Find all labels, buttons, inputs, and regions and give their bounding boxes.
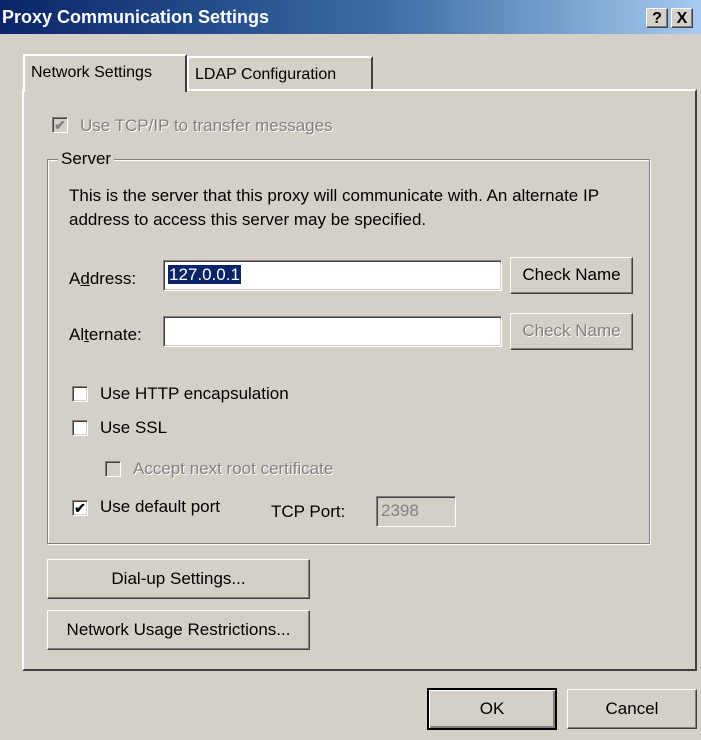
alternate-label: Alternate: [69, 325, 142, 344]
accept-root-label: Accept next root certificate [133, 459, 334, 478]
tcp-port-input[interactable]: 2398 [376, 496, 456, 527]
tab-network-settings[interactable]: Network Settings [23, 54, 187, 92]
default-port-label: Use default port [100, 497, 221, 516]
cancel-button[interactable]: Cancel [567, 689, 697, 729]
alternate-input[interactable] [163, 316, 502, 347]
address-value: 127.0.0.1 [168, 265, 241, 284]
accept-root-checkbox[interactable] [105, 461, 121, 477]
use-tcp-checkbox[interactable]: ✔ [52, 117, 68, 133]
server-description-line1: This is the server that this proxy will … [69, 186, 600, 205]
tab-ldap-configuration[interactable]: LDAP Configuration [187, 56, 373, 89]
ok-button[interactable]: OK [427, 688, 557, 730]
title-bar: Proxy Communication Settings ? X [0, 0, 701, 34]
use-ssl-checkbox[interactable] [72, 420, 88, 436]
check-name-alt-button[interactable]: Check Name [510, 313, 633, 350]
http-encapsulation-checkbox[interactable] [72, 386, 88, 402]
default-port-checkbox[interactable]: ✔ [72, 500, 88, 516]
help-button[interactable]: ? [646, 8, 668, 28]
tcp-port-label: TCP Port: [271, 502, 346, 521]
address-label: Address: [69, 269, 137, 288]
http-encapsulation-label: Use HTTP encapsulation [100, 384, 289, 403]
server-legend: Server [58, 149, 115, 169]
server-description-line2: address to access this server may be spe… [69, 210, 427, 229]
use-tcp-label: Use TCP/IP to transfer messages [80, 116, 333, 135]
address-input[interactable]: 127.0.0.1 [163, 260, 502, 291]
network-usage-restrictions-button[interactable]: Network Usage Restrictions... [47, 610, 310, 650]
close-button[interactable]: X [671, 8, 693, 28]
window-title: Proxy Communication Settings [2, 7, 270, 27]
check-name-button[interactable]: Check Name [510, 257, 633, 294]
use-ssl-label: Use SSL [100, 418, 168, 437]
dialup-settings-button[interactable]: Dial-up Settings... [47, 559, 310, 599]
